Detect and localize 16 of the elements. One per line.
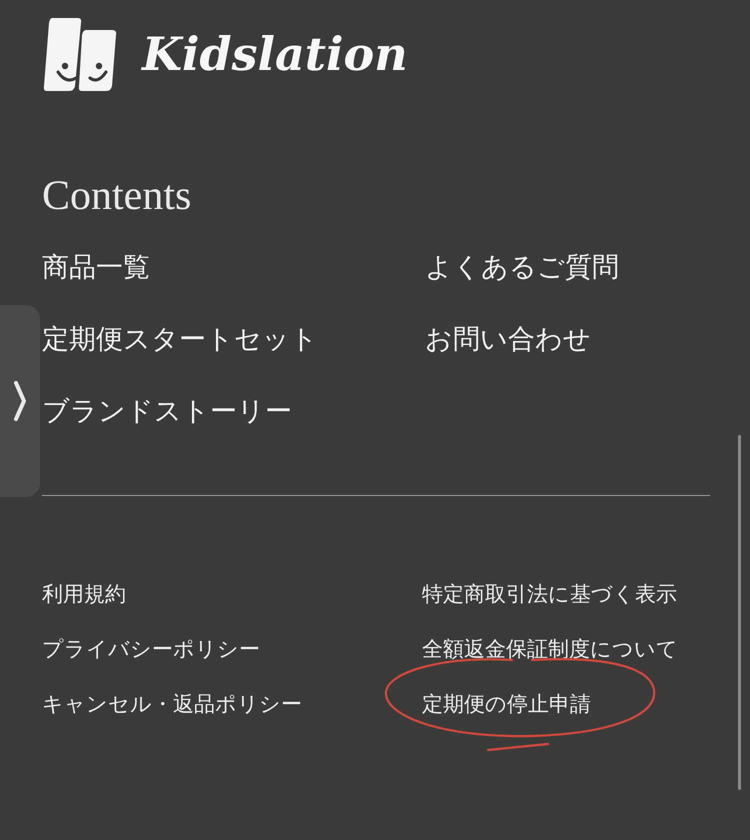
chevron-right-icon: [13, 379, 27, 423]
nav-link[interactable]: 商品一覧: [42, 250, 150, 286]
footer-link[interactable]: キャンセル・返品ポリシー: [42, 692, 302, 716]
footer-link[interactable]: 定期便の停止申請: [422, 692, 591, 716]
scrollbar[interactable]: [738, 435, 741, 790]
footer-link[interactable]: 全額返金保証制度について: [422, 637, 678, 661]
nav-link[interactable]: 定期便スタートセット: [42, 322, 318, 358]
section-heading: Contents: [42, 172, 192, 220]
nav-link[interactable]: お問い合わせ: [425, 322, 591, 358]
nav-link[interactable]: ブランドストーリー: [42, 394, 292, 430]
brand-name: Kidslation: [142, 27, 408, 81]
footer-link[interactable]: 特定商取引法に基づく表示: [422, 582, 677, 606]
footer-link[interactable]: プライバシーポリシー: [42, 637, 260, 661]
side-tab[interactable]: [0, 305, 40, 497]
nav-link[interactable]: よくあるご質問: [425, 250, 619, 286]
footer-link[interactable]: 利用規約: [42, 582, 126, 606]
